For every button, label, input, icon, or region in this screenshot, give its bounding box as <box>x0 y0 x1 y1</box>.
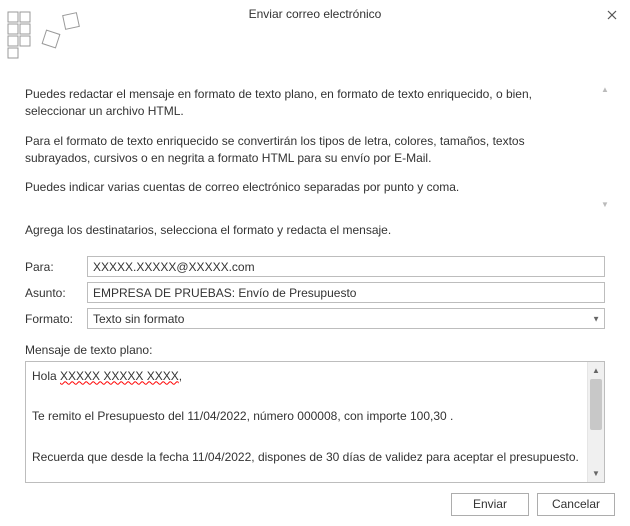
row-subject: Asunto: <box>25 281 605 305</box>
send-button[interactable]: Enviar <box>451 493 529 516</box>
dialog-content: Puedes redactar el mensaje en formato de… <box>0 28 630 483</box>
msg-greeting-name: XXXXX XXXXX XXXX <box>60 369 179 383</box>
close-icon <box>607 10 617 20</box>
info-text-block: Puedes redactar el mensaje en formato de… <box>25 86 605 209</box>
message-area: Hola XXXXX XXXXX XXXX, Te remito el Pres… <box>25 361 605 483</box>
format-select-wrap: ▼ <box>87 308 605 329</box>
info-paragraph-2: Para el formato de texto enriquecido se … <box>25 133 585 168</box>
message-textarea[interactable]: Hola XXXXX XXXXX XXXX, Te remito el Pres… <box>26 362 587 482</box>
close-button[interactable] <box>600 5 624 25</box>
msg-greeting-prefix: Hola <box>32 369 60 383</box>
format-select[interactable] <box>87 308 605 329</box>
scrollbar-track[interactable] <box>588 379 604 465</box>
msg-line-2: Te remito el Presupuesto del 11/04/2022,… <box>32 409 453 423</box>
email-dialog: Enviar correo electrónico Puedes redacta… <box>0 0 630 526</box>
window-title: Enviar correo electrónico <box>249 7 382 21</box>
subject-label: Asunto: <box>25 286 87 300</box>
msg-line-3: Recuerda que desde la fecha 11/04/2022, … <box>32 450 579 464</box>
scrollbar-up-button[interactable]: ▲ <box>588 362 604 379</box>
info-paragraph-1: Puedes redactar el mensaje en formato de… <box>25 86 585 121</box>
row-to: Para: <box>25 255 605 279</box>
dialog-footer: Enviar Cancelar <box>0 483 630 526</box>
form-fields: Para: Asunto: Formato: ▼ <box>25 255 605 331</box>
message-label: Mensaje de texto plano: <box>25 343 605 357</box>
message-scrollbar: ▲ ▼ <box>587 362 604 482</box>
info-scrollbar: ▲ ▼ <box>597 86 613 209</box>
format-label: Formato: <box>25 312 87 326</box>
info-paragraph-3: Puedes indicar varias cuentas de correo … <box>25 179 585 196</box>
instruction-text: Agrega los destinatarios, selecciona el … <box>25 223 605 237</box>
subject-input[interactable] <box>87 282 605 303</box>
to-input[interactable] <box>87 256 605 277</box>
scroll-up-icon[interactable]: ▲ <box>601 86 609 94</box>
to-label: Para: <box>25 260 87 274</box>
msg-greeting-suffix: , <box>179 369 182 383</box>
row-format: Formato: ▼ <box>25 307 605 331</box>
scroll-down-icon[interactable]: ▼ <box>601 201 609 209</box>
titlebar: Enviar correo electrónico <box>0 0 630 28</box>
scrollbar-thumb[interactable] <box>590 379 602 431</box>
cancel-button[interactable]: Cancelar <box>537 493 615 516</box>
scrollbar-down-button[interactable]: ▼ <box>588 465 604 482</box>
